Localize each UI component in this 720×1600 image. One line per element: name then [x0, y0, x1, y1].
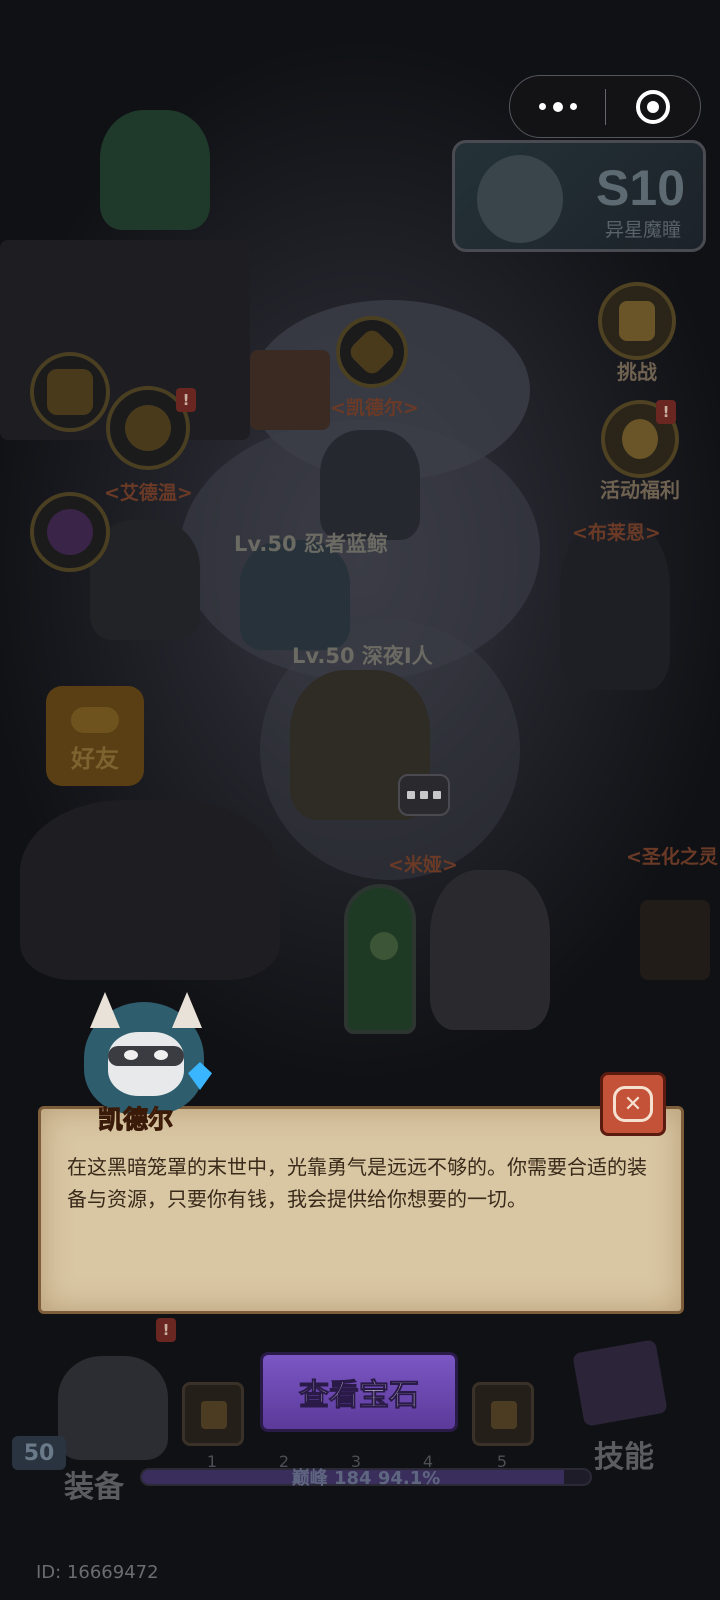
- dialog-text: 在这黑暗笼罩的末世中，光靠勇气是远远不够的。你需要合适的装备与资源，只要你有钱，…: [67, 1155, 647, 1211]
- cloud-icon: [71, 707, 119, 733]
- season-subtitle: 异星魔瞳: [604, 219, 681, 241]
- view-gem-button[interactable]: 查看宝石: [260, 1352, 458, 1432]
- npc-name-miya[interactable]: <米娅>: [388, 850, 458, 877]
- more-dots-icon[interactable]: [510, 76, 605, 137]
- workbench: [20, 800, 280, 980]
- gift-box: [250, 350, 330, 430]
- bottom-bar: 50 装备 ! 1 2 3 4 5 查看宝石 技能 巅峰 184 94.1%: [0, 1318, 720, 1540]
- alert-badge: !: [156, 1318, 176, 1342]
- diamond-icon: [346, 326, 398, 378]
- hero-level: 50: [12, 1436, 66, 1470]
- chat-bubble-icon[interactable]: [398, 774, 450, 816]
- skill-slot-5[interactable]: [472, 1382, 534, 1446]
- book-prop: [640, 900, 710, 980]
- season-number: S10: [596, 160, 685, 216]
- user-id: ID: 16669472: [36, 1562, 159, 1583]
- cat-npc: [320, 430, 420, 540]
- alert-badge: !: [176, 388, 196, 412]
- target-circle-icon[interactable]: [606, 89, 700, 124]
- scientist-npc: [430, 870, 550, 1030]
- npc-name-aidewen[interactable]: <艾德温>: [104, 478, 193, 505]
- friend-label: 好友: [71, 745, 119, 773]
- player-tag-night[interactable]: Lv.50 深夜I人: [292, 640, 433, 670]
- alert-badge: !: [656, 400, 676, 424]
- fox-icon: [125, 405, 171, 451]
- hammer-icon: [598, 282, 676, 360]
- challenge-button[interactable]: 挑战: [598, 282, 676, 385]
- equipment-label: 装备: [64, 1470, 124, 1505]
- season-banner[interactable]: S10 异星魔瞳: [452, 140, 706, 252]
- npc-name-shenghua[interactable]: <圣化之灵: [626, 842, 718, 869]
- friend-button[interactable]: 好友: [46, 686, 144, 786]
- npc-shop-icon[interactable]: [336, 316, 408, 388]
- close-dialog-button[interactable]: ✕: [600, 1072, 666, 1136]
- npc-name-bulaien[interactable]: <布莱恩>: [572, 518, 661, 545]
- hero-avatar: [58, 1356, 168, 1460]
- speaker-name: 凯德尔: [97, 1105, 174, 1135]
- armor-icon: [47, 369, 93, 415]
- xp-text: 巅峰 184 94.1%: [291, 1468, 441, 1489]
- spellbook-icon: [572, 1339, 668, 1427]
- skill-label: 技能: [594, 1440, 654, 1475]
- dialog-box[interactable]: 在这黑暗笼罩的末世中，光靠勇气是远远不够的。你需要合适的装备与资源，只要你有钱，…: [38, 1106, 684, 1314]
- mini-program-capsule: [509, 75, 701, 138]
- season-character: [477, 155, 563, 243]
- flame-icon: [491, 1401, 517, 1429]
- armor-button[interactable]: [30, 352, 110, 432]
- skill-slot-1[interactable]: [182, 1382, 244, 1446]
- eye-icon: [370, 932, 398, 960]
- skill-button[interactable]: 技能: [572, 1339, 690, 1475]
- speaker-portrait: [80, 992, 212, 1114]
- close-chat-icon: ✕: [613, 1086, 653, 1122]
- challenge-label: 挑战: [617, 360, 657, 384]
- portal-button[interactable]: [30, 492, 110, 572]
- specimen-tube: [344, 884, 416, 1034]
- top-hat-npc: [560, 520, 670, 690]
- portal-icon: [47, 509, 93, 555]
- green-bird-npc: [100, 110, 210, 230]
- npc-name-kaideer[interactable]: <凯德尔>: [330, 393, 419, 420]
- star-icon: [201, 1401, 227, 1429]
- player-tag-ninja[interactable]: Lv.50 忍者蓝鲸: [234, 528, 388, 558]
- event-rewards-label: 活动福利: [600, 478, 680, 502]
